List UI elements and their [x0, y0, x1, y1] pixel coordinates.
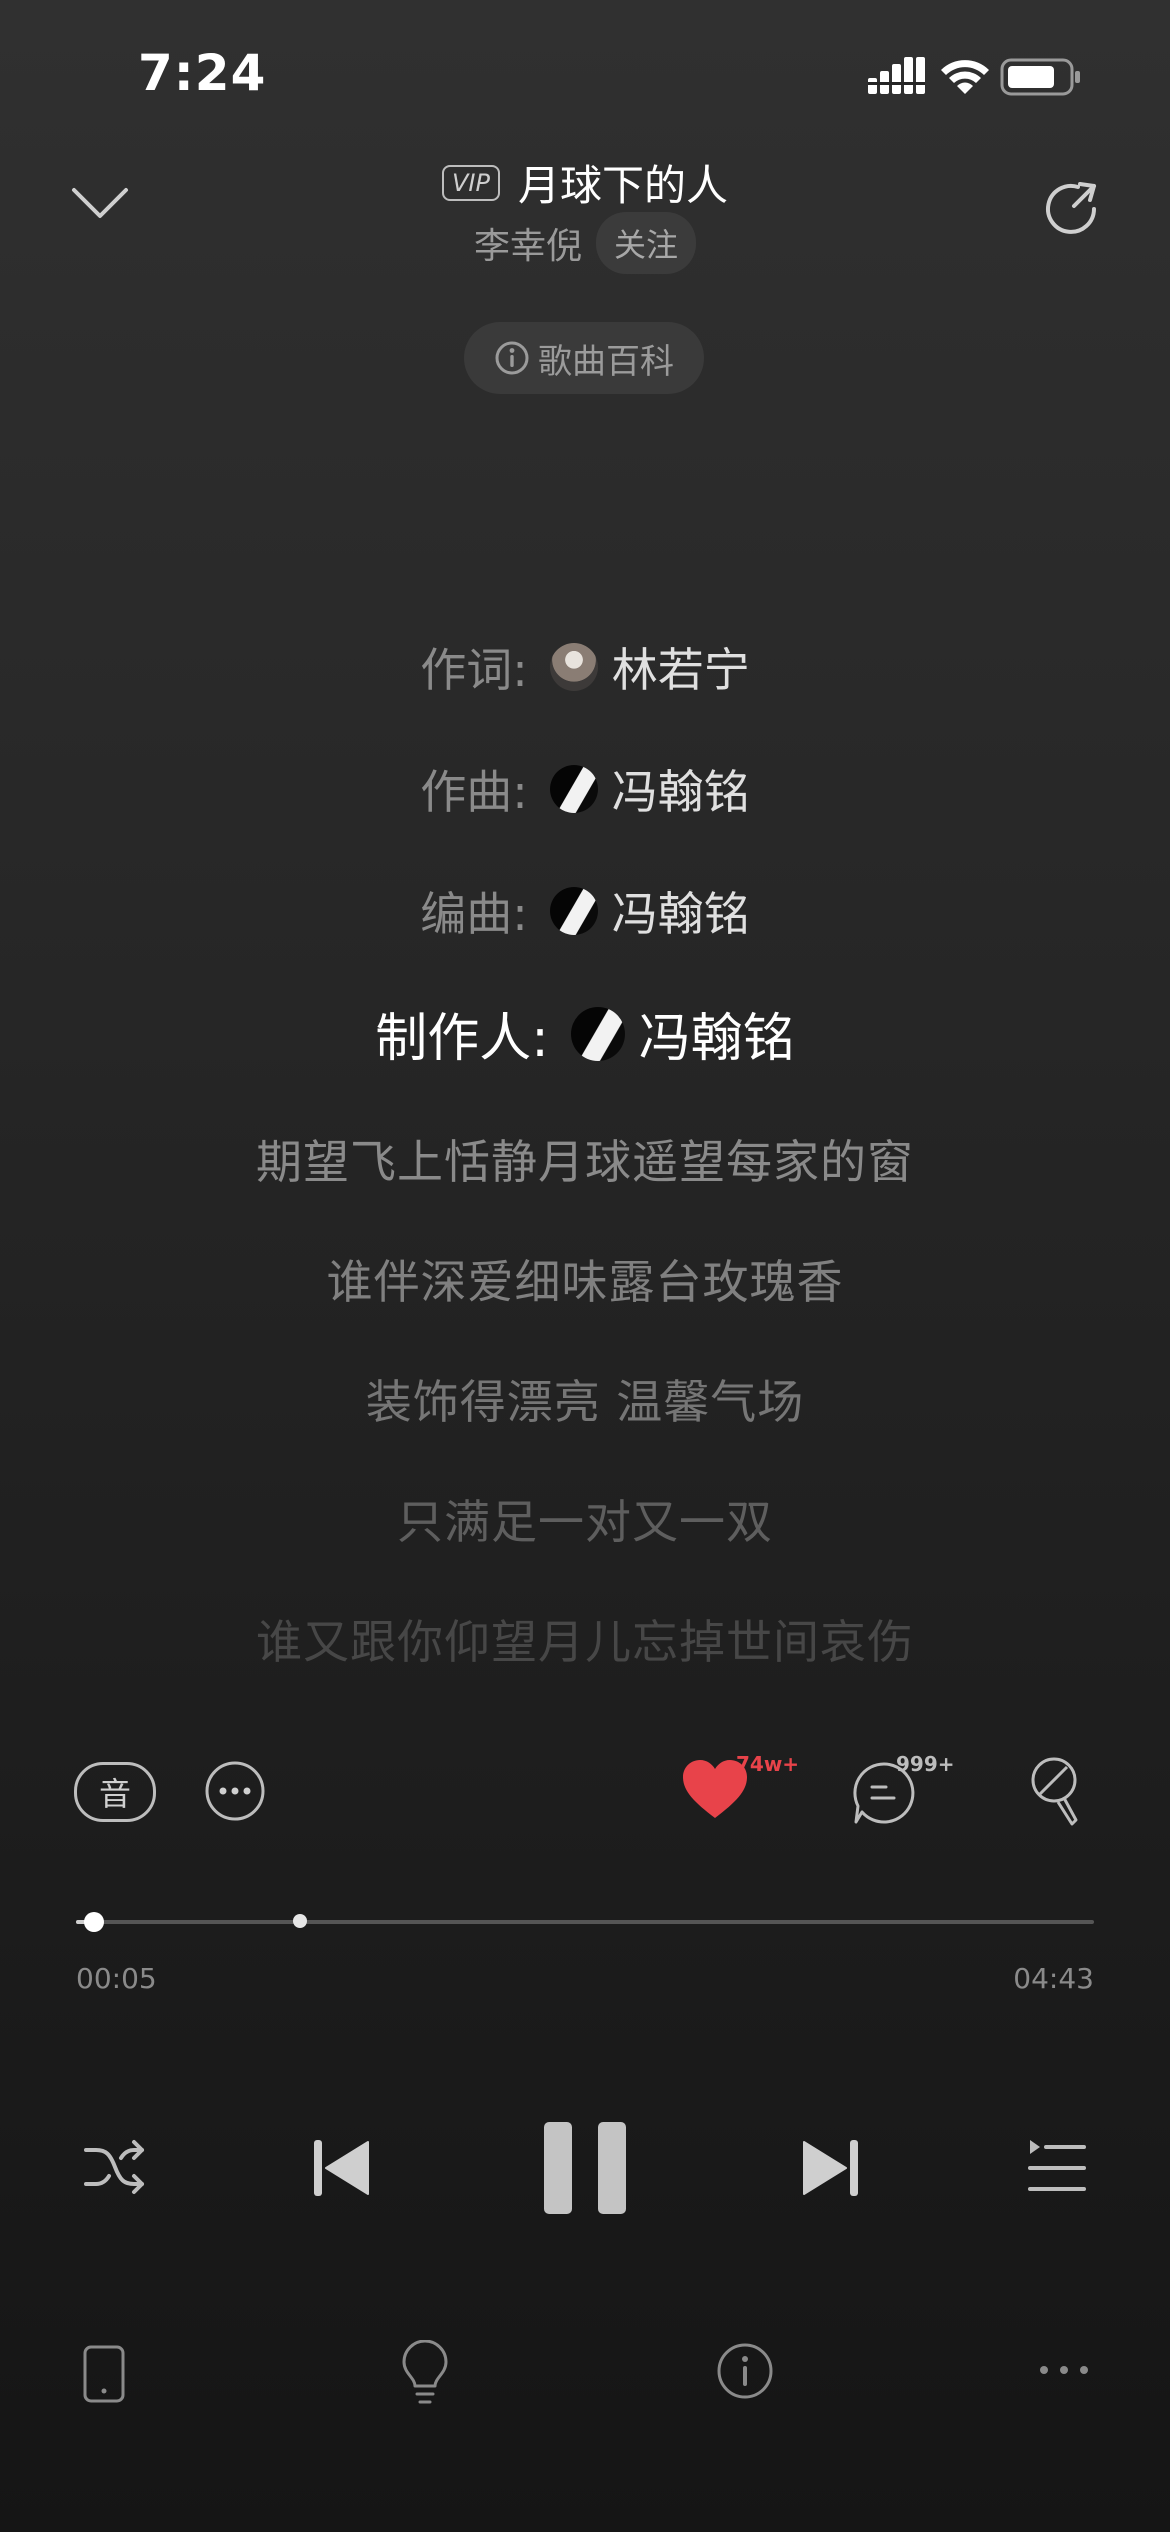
pause-button[interactable] — [542, 2120, 628, 2216]
lyric-line[interactable]: 谁伴深爱细味露台玫瑰香 — [0, 1246, 1170, 1312]
wifi-icon — [941, 60, 989, 94]
artist-row: 李幸倪 关注 — [0, 212, 1170, 274]
like-button[interactable]: 74w+ — [680, 1752, 800, 1832]
more-button[interactable] — [1038, 2360, 1090, 2380]
skip-next-icon — [803, 2140, 858, 2196]
pause-icon — [544, 2122, 626, 2214]
lyric-line[interactable]: 只满足一对又一双 — [0, 1486, 1170, 1552]
playlist-icon — [1028, 2140, 1086, 2191]
lyric-line[interactable]: 期望飞上恬静月球遥望每家的窗 — [0, 1126, 1170, 1192]
credit-role: 制作人: — [375, 1009, 549, 1069]
comment-button[interactable]: 999+ — [850, 1752, 960, 1832]
playlist-button[interactable] — [1026, 2138, 1088, 2196]
progress-knob[interactable] — [84, 1912, 105, 1932]
avatar[interactable] — [549, 643, 598, 691]
song-info-button[interactable] — [716, 2342, 774, 2400]
buffer-marker — [292, 1914, 307, 1928]
previous-button[interactable] — [312, 2138, 372, 2198]
more-horizontal-icon — [1040, 2366, 1088, 2374]
credit-role: 作词: — [420, 643, 528, 697]
credit-name[interactable]: 冯翰铭 — [612, 878, 750, 944]
battery-icon — [1000, 58, 1080, 96]
credit-role: 作曲: — [420, 765, 528, 819]
shuffle-icon — [84, 2140, 144, 2194]
now-playing-screen: 7:24 VIP 月球下的人 李幸倪 关注 歌曲百科 作词: 林若宁 作曲: 冯… — [0, 0, 1170, 2532]
song-title[interactable]: 月球下的人 — [518, 152, 728, 213]
credit-arranger: 编曲: 冯翰铭 — [0, 878, 1170, 944]
credit-name[interactable]: 林若宁 — [612, 634, 750, 700]
skip-previous-icon — [314, 2140, 369, 2196]
sound-effect-button[interactable]: 音 — [74, 1762, 156, 1822]
song-wiki-button[interactable]: 歌曲百科 — [464, 322, 704, 394]
credit-name[interactable]: 冯翰铭 — [612, 756, 750, 822]
total-time: 04:43 — [1013, 1962, 1094, 1995]
progress-bar[interactable] — [76, 1912, 1094, 1932]
follow-button[interactable]: 关注 — [596, 212, 697, 274]
status-time: 7:24 — [138, 44, 267, 102]
artist-name[interactable]: 李幸倪 — [474, 217, 582, 269]
device-button[interactable] — [82, 2344, 126, 2404]
comment-count: 999+ — [896, 1752, 955, 1776]
credit-lyricist: 作词: 林若宁 — [0, 634, 1170, 700]
more-circle-icon — [205, 1761, 265, 1821]
avatar[interactable] — [549, 887, 598, 935]
sound-effect-label: 音 — [74, 1762, 156, 1822]
cellular-signal-icon — [868, 57, 925, 94]
avatar[interactable] — [570, 1006, 625, 1061]
song-wiki-label: 歌曲百科 — [538, 341, 674, 382]
next-button[interactable] — [800, 2138, 860, 2198]
share-icon — [1046, 182, 1096, 234]
more-options-button[interactable] — [204, 1760, 266, 1822]
info-icon — [495, 341, 529, 375]
avatar[interactable] — [549, 765, 598, 813]
info-icon — [717, 2343, 773, 2399]
singer-mode-button[interactable] — [1024, 1756, 1084, 1828]
credit-name[interactable]: 冯翰铭 — [639, 996, 795, 1071]
shuffle-button[interactable] — [82, 2134, 148, 2200]
phone-icon — [83, 2345, 125, 2403]
current-time: 00:05 — [76, 1962, 157, 1995]
microphone-icon — [1031, 1757, 1078, 1826]
credit-role: 编曲: — [420, 887, 528, 941]
credit-producer: 制作人: 冯翰铭 — [0, 996, 1170, 1071]
lightbulb-icon — [402, 2339, 448, 2404]
song-title-row: VIP 月球下的人 — [0, 152, 1170, 213]
vip-badge: VIP — [442, 164, 500, 201]
like-count: 74w+ — [736, 1752, 800, 1776]
credit-composer: 作曲: 冯翰铭 — [0, 756, 1170, 822]
share-button[interactable] — [1036, 174, 1106, 244]
lyric-line[interactable]: 谁又跟你仰望月儿忘掉世间哀伤 — [0, 1606, 1170, 1672]
tips-button[interactable] — [400, 2339, 450, 2406]
lyric-line[interactable]: 装饰得漂亮 温馨气场 — [0, 1366, 1170, 1432]
